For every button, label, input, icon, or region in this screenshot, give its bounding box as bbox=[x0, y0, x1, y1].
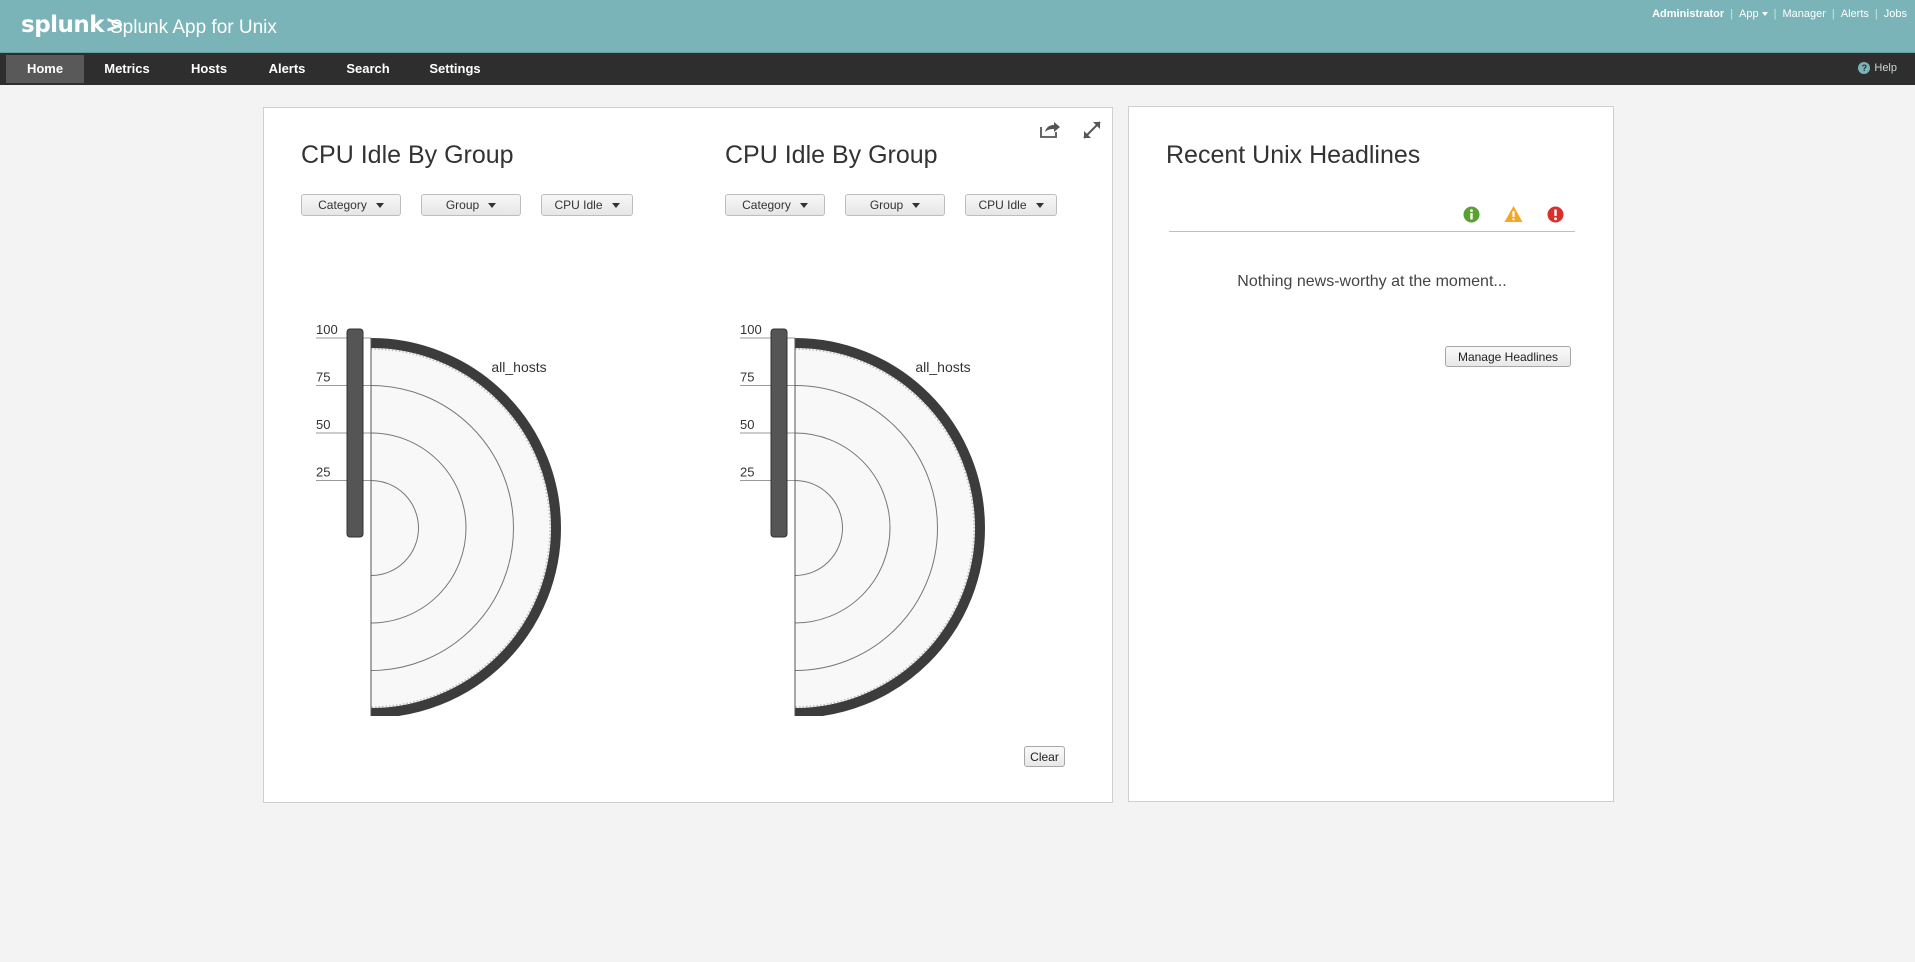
link-separator: | bbox=[1730, 8, 1734, 20]
category-dropdown[interactable]: Category bbox=[725, 194, 825, 216]
caret-down-icon bbox=[488, 202, 497, 208]
metric-dropdown[interactable]: CPU Idle bbox=[965, 194, 1057, 216]
nav-item-alerts[interactable]: Alerts bbox=[262, 55, 312, 83]
caret-down-icon bbox=[1761, 12, 1768, 17]
series-label: all_hosts bbox=[915, 359, 970, 375]
alerts-link[interactable]: Alerts bbox=[1841, 8, 1869, 20]
nav-item-search[interactable]: Search bbox=[342, 55, 394, 83]
link-separator: | bbox=[1874, 8, 1878, 20]
nav-item-home[interactable]: Home bbox=[6, 55, 84, 83]
manage-headlines-button[interactable]: Manage Headlines bbox=[1445, 346, 1571, 367]
caret-down-icon bbox=[375, 202, 384, 208]
help-link[interactable]: ? Help bbox=[1858, 62, 1897, 74]
gauge-scale-bar bbox=[770, 328, 788, 538]
axis-tick-label: 75 bbox=[316, 370, 330, 385]
series-label: all_hosts bbox=[491, 359, 546, 375]
dropdown-label: CPU Idle bbox=[554, 198, 603, 212]
jobs-link[interactable]: Jobs bbox=[1884, 8, 1907, 20]
metric-dropdown[interactable]: CPU Idle bbox=[541, 194, 633, 216]
chart-title: CPU Idle By Group bbox=[301, 141, 514, 169]
expand-icon[interactable] bbox=[1082, 120, 1102, 140]
app-menu-label: App bbox=[1739, 8, 1759, 20]
nav-item-settings[interactable]: Settings bbox=[422, 55, 488, 83]
clear-button[interactable]: Clear bbox=[1024, 746, 1065, 767]
dropdown-label: Category bbox=[318, 198, 367, 212]
caret-down-icon bbox=[611, 202, 620, 208]
account-links: Administrator | App | Manager | Alerts |… bbox=[1652, 8, 1907, 20]
empty-headlines-message: Nothing news-worthy at the moment... bbox=[1237, 273, 1507, 290]
dropdown-label: Category bbox=[742, 198, 791, 212]
axis-tick-label: 25 bbox=[316, 465, 330, 480]
splunk-logo[interactable]: splunk> bbox=[21, 12, 124, 38]
help-icon: ? bbox=[1858, 62, 1871, 74]
app-nav-bar: Home Metrics Hosts Alerts Search Setting… bbox=[0, 53, 1915, 85]
chart-title: CPU Idle By Group bbox=[725, 141, 938, 169]
dropdown-label: CPU Idle bbox=[978, 198, 1027, 212]
axis-tick-label: 75 bbox=[740, 370, 754, 385]
group-dropdown[interactable]: Group bbox=[421, 194, 521, 216]
link-separator: | bbox=[1773, 8, 1777, 20]
headlines-divider bbox=[1169, 231, 1575, 232]
polar-gauge-chart: 100 75 50 25 all_hosts bbox=[740, 322, 985, 716]
caret-down-icon bbox=[912, 202, 921, 208]
cpu-idle-panel: CPU Idle By Group Category Group CPU Idl… bbox=[263, 107, 1113, 803]
axis-tick-label: 50 bbox=[740, 417, 754, 432]
nav-item-hosts[interactable]: Hosts bbox=[184, 55, 234, 83]
top-bar: splunk> Splunk App for Unix Administrato… bbox=[0, 0, 1915, 53]
axis-tick-label: 25 bbox=[740, 465, 754, 480]
app-menu-link[interactable]: App bbox=[1739, 8, 1768, 20]
polar-gauge-chart: 100 75 50 25 all_hosts bbox=[316, 322, 561, 716]
logo-text: splunk bbox=[21, 12, 105, 38]
warning-icon[interactable] bbox=[1504, 205, 1523, 223]
info-icon[interactable] bbox=[1463, 206, 1480, 223]
category-dropdown[interactable]: Category bbox=[301, 194, 401, 216]
nav-item-metrics[interactable]: Metrics bbox=[96, 55, 158, 83]
axis-tick-label: 50 bbox=[316, 417, 330, 432]
app-title: Splunk App for Unix bbox=[110, 17, 277, 38]
axis-tick-label: 100 bbox=[316, 322, 338, 337]
dropdown-label: Group bbox=[869, 198, 904, 212]
axis-tick-label: 100 bbox=[740, 322, 762, 337]
group-dropdown[interactable]: Group bbox=[845, 194, 945, 216]
error-icon[interactable] bbox=[1547, 206, 1564, 223]
link-separator: | bbox=[1831, 8, 1835, 20]
dropdown-label: Group bbox=[445, 198, 480, 212]
caret-down-icon bbox=[799, 202, 808, 208]
caret-down-icon bbox=[1035, 202, 1044, 208]
headlines-panel: Recent Unix Headlines Nothing news-worth… bbox=[1128, 106, 1614, 802]
user-menu-link[interactable]: Administrator bbox=[1652, 8, 1724, 20]
manager-link[interactable]: Manager bbox=[1782, 8, 1825, 20]
headlines-title: Recent Unix Headlines bbox=[1166, 141, 1421, 169]
gauge-scale-bar bbox=[346, 328, 364, 538]
help-label: Help bbox=[1874, 62, 1897, 74]
share-icon[interactable] bbox=[1039, 121, 1061, 139]
